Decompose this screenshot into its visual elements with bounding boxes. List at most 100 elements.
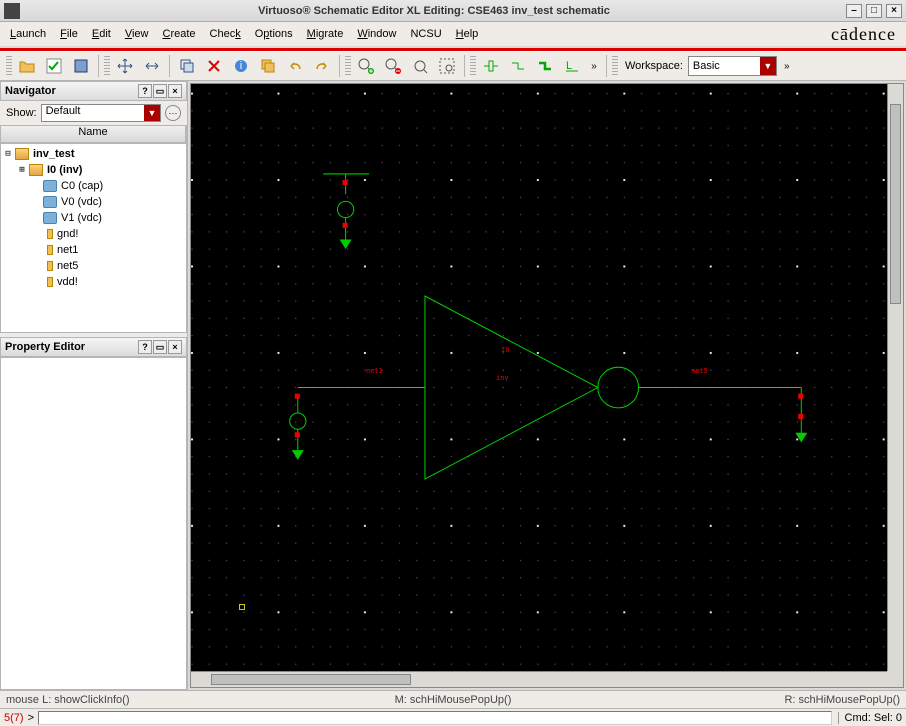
descend-icon[interactable] bbox=[256, 54, 280, 78]
zoom-in-icon[interactable] bbox=[354, 54, 378, 78]
property-editor-body[interactable] bbox=[0, 357, 187, 690]
delete-icon[interactable] bbox=[202, 54, 226, 78]
toolbar-grip[interactable] bbox=[345, 56, 351, 76]
status-left: mouse L: showClickInfo() bbox=[6, 694, 304, 706]
menu-edit[interactable]: Edit bbox=[92, 28, 111, 40]
cmd-index: 5(7) bbox=[4, 712, 24, 724]
pin-marker bbox=[343, 223, 348, 228]
menu-help[interactable]: Help bbox=[456, 28, 479, 40]
minimize-button[interactable]: – bbox=[846, 4, 862, 18]
zoom-select-icon[interactable] bbox=[435, 54, 459, 78]
close-button[interactable]: × bbox=[886, 4, 902, 18]
workspace-value: Basic bbox=[689, 60, 760, 72]
window-titlebar: Virtuoso® Schematic Editor XL Editing: C… bbox=[0, 0, 906, 22]
show-select[interactable]: Default ▼ bbox=[41, 104, 161, 122]
label-icon[interactable]: L bbox=[560, 54, 584, 78]
tree-item-net1[interactable]: net1 bbox=[1, 242, 186, 258]
panel-help-icon[interactable]: ? bbox=[138, 84, 152, 98]
save-icon[interactable] bbox=[69, 54, 93, 78]
selection-status: Cmd: Sel: 0 bbox=[838, 712, 902, 724]
net-icon bbox=[47, 277, 53, 287]
open-icon[interactable] bbox=[15, 54, 39, 78]
net-label-out: net5 bbox=[691, 367, 708, 375]
menu-create[interactable]: Create bbox=[162, 28, 195, 40]
toolbar-grip[interactable] bbox=[6, 56, 12, 76]
status-mid: M: schHiMousePopUp() bbox=[304, 694, 602, 706]
tree-item-instance[interactable]: ⊞I0 (inv) bbox=[1, 162, 186, 178]
panel-undock-icon[interactable]: ▭ bbox=[153, 84, 167, 98]
menu-window[interactable]: Window bbox=[357, 28, 396, 40]
tree-item-root[interactable]: ⊟inv_test bbox=[1, 146, 186, 162]
menu-migrate[interactable]: Migrate bbox=[307, 28, 344, 40]
menu-file[interactable]: File bbox=[60, 28, 78, 40]
property-editor-header: Property Editor ? ▭ × bbox=[0, 337, 187, 357]
pin-marker bbox=[343, 180, 348, 185]
schematic-svg bbox=[191, 84, 903, 687]
menu-view[interactable]: View bbox=[125, 28, 149, 40]
net-icon bbox=[47, 245, 53, 255]
command-input[interactable] bbox=[38, 711, 832, 725]
tree-column-header[interactable]: Name bbox=[0, 125, 187, 143]
net-icon bbox=[47, 229, 53, 239]
window-title: Virtuoso® Schematic Editor XL Editing: C… bbox=[26, 5, 842, 17]
workspace-select[interactable]: Basic ▼ bbox=[688, 56, 777, 76]
copy-icon[interactable] bbox=[175, 54, 199, 78]
show-options-icon[interactable]: ··· bbox=[165, 105, 181, 121]
status-right: R: schHiMousePopUp() bbox=[602, 694, 900, 706]
wide-wire-icon[interactable] bbox=[533, 54, 557, 78]
wire-icon[interactable] bbox=[506, 54, 530, 78]
toolbar-grip[interactable] bbox=[470, 56, 476, 76]
component-icon bbox=[43, 196, 57, 208]
panel-undock-icon[interactable]: ▭ bbox=[153, 340, 167, 354]
menu-ncsu[interactable]: NCSU bbox=[410, 28, 441, 40]
navigator-tree[interactable]: ⊟inv_test ⊞I0 (inv) C0 (cap) V0 (vdc) V1… bbox=[0, 143, 187, 333]
schematic-canvas[interactable]: I0 inv net1 net5 bbox=[190, 83, 904, 688]
net-label-in: net1 bbox=[366, 367, 383, 375]
properties-icon[interactable]: i bbox=[229, 54, 253, 78]
dropdown-arrow-icon[interactable]: ▼ bbox=[760, 57, 776, 75]
tree-item-net5[interactable]: net5 bbox=[1, 258, 186, 274]
brand-logo: cādence bbox=[831, 24, 896, 45]
svg-text:L: L bbox=[566, 60, 572, 72]
panel-close-icon[interactable]: × bbox=[168, 84, 182, 98]
side-panel: Navigator ? ▭ × Show: Default ▼ ··· Name… bbox=[0, 81, 188, 690]
menu-options[interactable]: Options bbox=[255, 28, 293, 40]
pin-marker bbox=[295, 394, 300, 399]
zoom-fit-icon[interactable] bbox=[408, 54, 432, 78]
zoom-out-icon[interactable] bbox=[381, 54, 405, 78]
cell-name-label: inv bbox=[496, 374, 509, 382]
tree-item-v0[interactable]: V0 (vdc) bbox=[1, 194, 186, 210]
move-icon[interactable] bbox=[113, 54, 137, 78]
svg-text:i: i bbox=[240, 60, 242, 72]
menu-launch[interactable]: Launch bbox=[10, 28, 46, 40]
tree-item-v1[interactable]: V1 (vdc) bbox=[1, 210, 186, 226]
check-save-icon[interactable] bbox=[42, 54, 66, 78]
net-icon bbox=[47, 261, 53, 271]
toolbar-overflow-icon[interactable]: » bbox=[780, 54, 794, 78]
show-value: Default bbox=[42, 105, 144, 121]
stretch-icon[interactable] bbox=[140, 54, 164, 78]
column-name: Name bbox=[1, 126, 186, 142]
command-bar: 5(7) > Cmd: Sel: 0 bbox=[0, 708, 906, 726]
tree-item-vdd[interactable]: vdd! bbox=[1, 274, 186, 290]
navigator-title: Navigator bbox=[5, 85, 56, 97]
panel-close-icon[interactable]: × bbox=[168, 340, 182, 354]
horizontal-scrollbar[interactable] bbox=[191, 671, 887, 687]
instance-icon[interactable] bbox=[479, 54, 503, 78]
scroll-corner bbox=[887, 671, 903, 687]
toolbar-more-icon[interactable]: » bbox=[587, 54, 601, 78]
tree-item-gnd[interactable]: gnd! bbox=[1, 226, 186, 242]
tree-item-c0[interactable]: C0 (cap) bbox=[1, 178, 186, 194]
component-icon bbox=[43, 212, 57, 224]
panel-help-icon[interactable]: ? bbox=[138, 340, 152, 354]
undo-icon[interactable] bbox=[283, 54, 307, 78]
redo-icon[interactable] bbox=[310, 54, 334, 78]
vertical-scrollbar[interactable] bbox=[887, 84, 903, 671]
navigator-header: Navigator ? ▭ × bbox=[0, 81, 187, 101]
toolbar-grip[interactable] bbox=[104, 56, 110, 76]
menu-check[interactable]: Check bbox=[210, 28, 241, 40]
pin-marker bbox=[798, 394, 803, 399]
maximize-button[interactable]: □ bbox=[866, 4, 882, 18]
dropdown-arrow-icon[interactable]: ▼ bbox=[144, 105, 160, 121]
toolbar-grip[interactable] bbox=[612, 56, 618, 76]
